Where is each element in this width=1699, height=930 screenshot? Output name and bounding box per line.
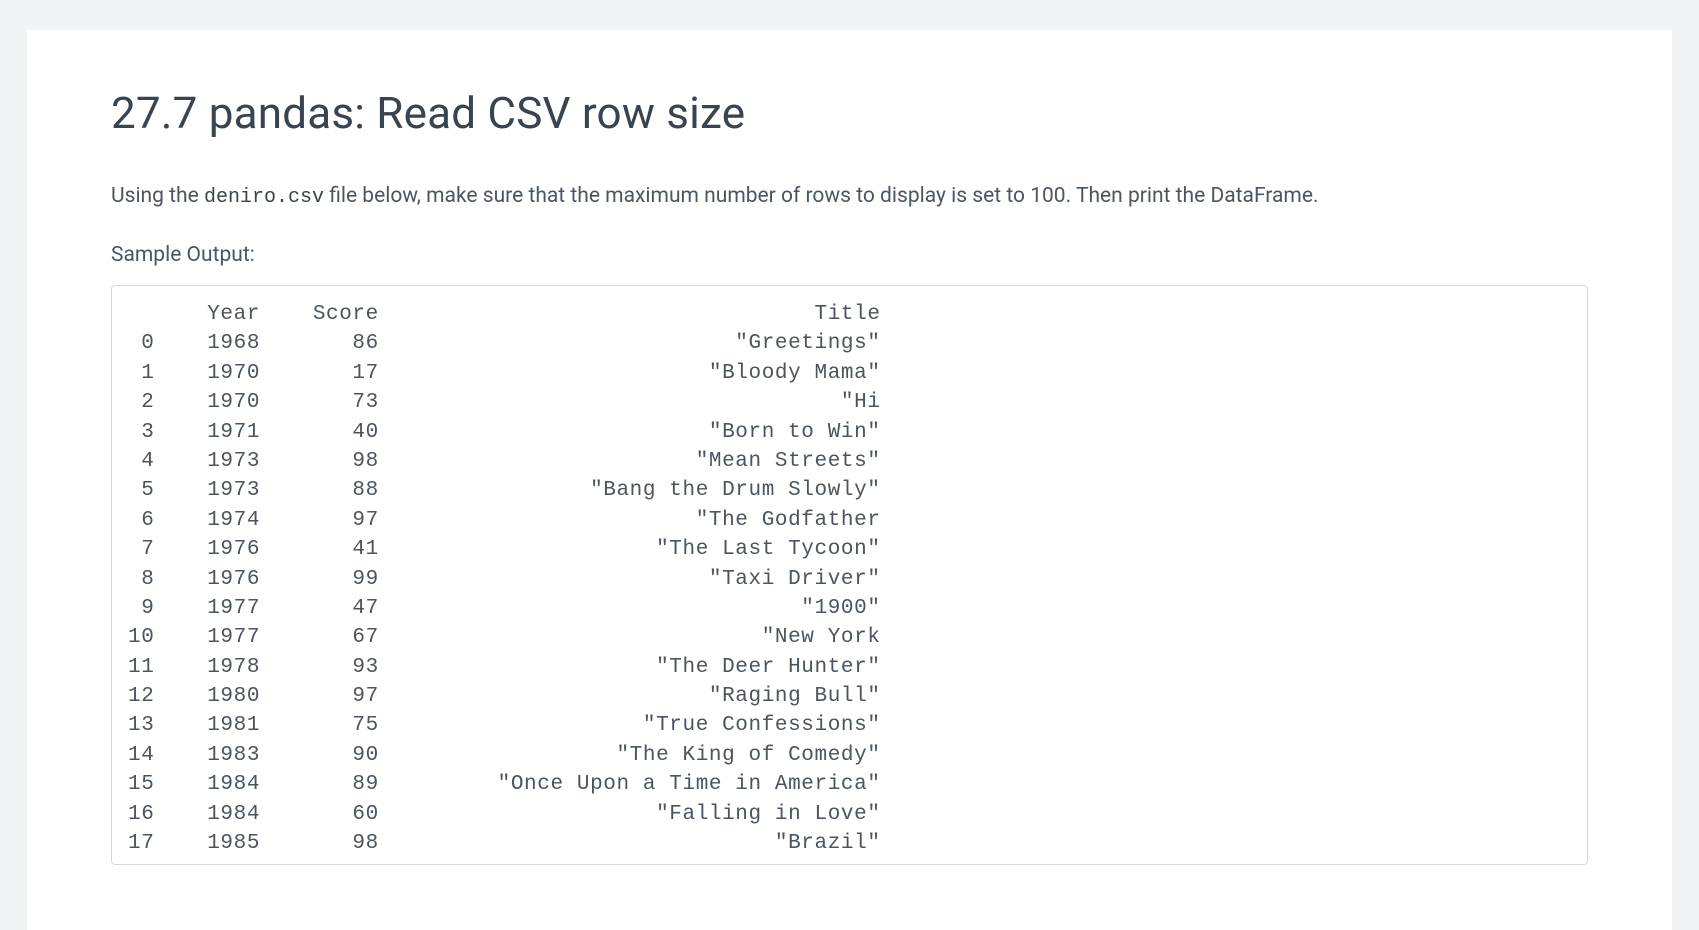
instruction-text-prefix: Using the (111, 184, 204, 208)
sample-output-label: Sample Output: (111, 243, 1588, 267)
instruction-text-suffix: file below, make sure that the maximum n… (324, 184, 1319, 208)
content-card: 27.7 pandas: Read CSV row size Using the… (27, 30, 1672, 930)
filename-code: deniro.csv (204, 186, 324, 209)
page-wrap: 27.7 pandas: Read CSV row size Using the… (0, 30, 1699, 930)
page-title: 27.7 pandas: Read CSV row size (111, 86, 1588, 141)
sample-output-box: Year Score Title 0 1968 86 "Greetings" 1… (111, 285, 1588, 865)
instruction-paragraph: Using the deniro.csv file below, make su… (111, 181, 1588, 213)
sample-output-pre: Year Score Title 0 1968 86 "Greetings" 1… (128, 300, 1571, 858)
